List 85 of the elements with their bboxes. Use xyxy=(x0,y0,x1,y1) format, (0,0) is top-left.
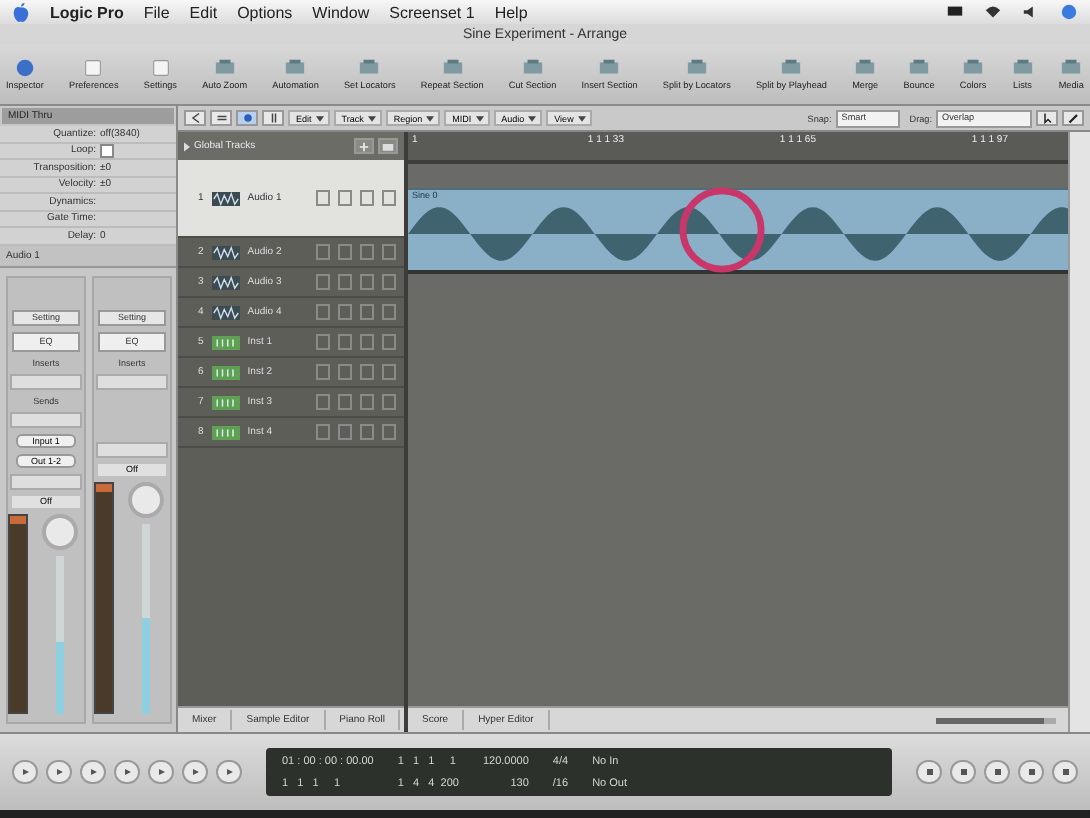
transport-button[interactable] xyxy=(46,760,72,784)
dot-icon xyxy=(241,112,253,124)
tool-icon xyxy=(962,58,985,78)
square-icon xyxy=(1059,766,1071,778)
vertical-scrollbar[interactable] xyxy=(1068,132,1090,732)
play-icon xyxy=(223,766,235,778)
lines-button[interactable] xyxy=(210,110,232,126)
caret-icon xyxy=(528,115,537,121)
play-icon xyxy=(53,766,65,778)
play-icon xyxy=(155,766,167,778)
back-button[interactable] xyxy=(184,110,206,126)
keyboard-icon xyxy=(211,395,240,409)
panel-icon xyxy=(82,58,105,78)
menu-item[interactable]: Edit xyxy=(189,3,218,21)
caret-icon xyxy=(475,115,484,121)
pan-knob[interactable] xyxy=(127,481,163,517)
tool-icon xyxy=(685,58,708,78)
tool-icon xyxy=(521,58,544,78)
play-icon xyxy=(87,766,99,778)
chevron-left-icon xyxy=(189,112,201,124)
play-icon xyxy=(121,766,133,778)
mode-button[interactable] xyxy=(950,760,976,784)
caret-icon xyxy=(426,115,435,121)
pause-button[interactable] xyxy=(262,110,284,126)
menu-item[interactable]: File xyxy=(143,3,170,21)
menu-item[interactable]: Screenset 1 xyxy=(389,3,475,21)
info-icon xyxy=(13,58,36,78)
caret-icon xyxy=(367,115,376,121)
add-track-button[interactable] xyxy=(354,138,374,154)
waveform-icon xyxy=(211,191,240,205)
transport-button[interactable] xyxy=(148,760,174,784)
cursor-highlight-ring xyxy=(676,184,768,276)
tool-icon xyxy=(1011,58,1034,78)
caret-icon xyxy=(577,115,586,121)
transport-button[interactable] xyxy=(80,760,106,784)
apple-logo-icon[interactable] xyxy=(12,1,30,23)
keyboard-icon xyxy=(211,365,240,379)
transport-button[interactable] xyxy=(182,760,208,784)
transport-button[interactable] xyxy=(216,760,242,784)
folder-icon xyxy=(382,141,394,151)
waveform-icon xyxy=(211,245,240,259)
pencil-icon xyxy=(1067,112,1079,124)
tool-icon xyxy=(284,58,307,78)
lines-icon xyxy=(215,112,227,124)
transport-button[interactable] xyxy=(12,760,38,784)
square-icon xyxy=(957,766,969,778)
menu-item[interactable]: Help xyxy=(494,3,528,21)
keyboard-icon xyxy=(211,425,240,439)
tool-icon xyxy=(213,58,236,78)
mode-button[interactable] xyxy=(984,760,1010,784)
menu-app-name[interactable]: Logic Pro xyxy=(50,3,124,21)
tool-icon xyxy=(598,58,621,78)
panel-icon xyxy=(149,58,172,78)
menu-item[interactable]: Window xyxy=(312,3,370,21)
pencil-tool-button[interactable] xyxy=(1062,110,1084,126)
tool-icon xyxy=(908,58,930,78)
wifi-icon[interactable] xyxy=(984,4,1002,20)
link-button[interactable] xyxy=(236,110,258,126)
spotlight-icon[interactable] xyxy=(1060,4,1078,20)
keyboard-icon xyxy=(211,335,240,349)
pause-icon xyxy=(267,112,279,124)
tool-icon xyxy=(854,58,877,78)
play-icon xyxy=(19,766,31,778)
tool-icon xyxy=(780,58,803,78)
tool-icon xyxy=(1060,58,1083,78)
mode-button[interactable] xyxy=(916,760,942,784)
folder-button[interactable] xyxy=(378,138,398,154)
square-icon xyxy=(1025,766,1037,778)
waveform-icon xyxy=(211,305,240,319)
plus-icon xyxy=(358,141,370,151)
play-icon xyxy=(189,766,201,778)
pointer-tool-button[interactable] xyxy=(1036,110,1058,126)
menu-item[interactable]: Options xyxy=(237,3,293,21)
tool-icon xyxy=(358,58,381,78)
display-icon[interactable] xyxy=(946,4,964,20)
square-icon xyxy=(923,766,935,778)
mode-button[interactable] xyxy=(1052,760,1078,784)
tool-icon xyxy=(441,58,464,78)
pan-knob[interactable] xyxy=(41,513,77,549)
disclosure-triangle-icon[interactable] xyxy=(184,141,190,151)
transport-button[interactable] xyxy=(114,760,140,784)
waveform-icon xyxy=(211,275,240,289)
square-icon xyxy=(991,766,1003,778)
mode-button[interactable] xyxy=(1018,760,1044,784)
caret-icon xyxy=(315,115,324,121)
